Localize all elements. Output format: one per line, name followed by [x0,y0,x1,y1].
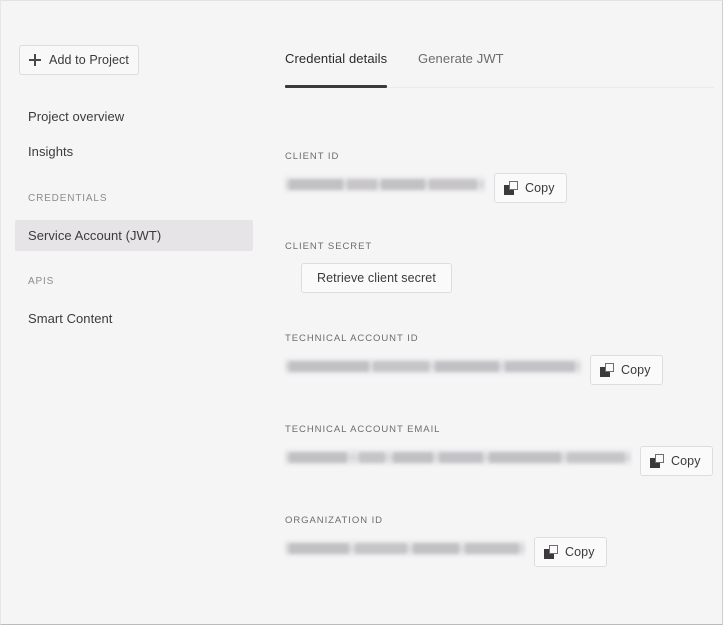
tab-label: Generate JWT [418,51,504,66]
copy-client-id-button[interactable]: Copy [494,173,567,203]
copy-technical-account-email-button[interactable]: Copy [640,446,713,476]
field-row: Copy [285,355,663,385]
tab-label: Credential details [285,51,388,66]
sidebar-item-label: Smart Content [28,311,113,326]
client-id-masked-value [285,175,485,194]
sidebar-item-smart-content[interactable]: Smart Content [15,303,253,334]
field-client-id: CLIENT ID Copy [285,151,567,203]
tab-generate-jwt[interactable]: Generate JWT [418,51,504,87]
field-label: CLIENT ID [285,151,340,162]
field-label: TECHNICAL ACCOUNT ID [285,333,419,344]
copy-button-label: Copy [621,363,651,377]
field-technical-account-id: TECHNICAL ACCOUNT ID Copy [285,333,663,385]
sidebar-item-label: Service Account (JWT) [28,228,162,243]
copy-icon [600,363,614,377]
field-label: CLIENT SECRET [285,241,373,252]
field-row: Copy [285,446,713,476]
field-client-secret: CLIENT SECRET Retrieve client secret [285,241,452,293]
copy-button-label: Copy [671,454,701,468]
sidebar-item-label: Project overview [28,109,125,124]
plus-icon [29,54,42,66]
technical-account-id-masked-value [285,357,581,376]
copy-icon [544,545,558,559]
field-row: Retrieve client secret [285,263,452,293]
field-row: Copy [285,537,607,567]
tab-credential-details[interactable]: Credential details [285,51,388,88]
copy-technical-account-id-button[interactable]: Copy [590,355,663,385]
copy-icon [650,454,664,468]
active-tab-indicator [285,85,388,88]
copy-icon [504,181,518,195]
field-label: ORGANIZATION ID [285,515,383,526]
copy-button-label: Copy [565,545,595,559]
credentials-panel: Add to Project Project overview Insights… [0,0,723,625]
field-row: Copy [285,173,567,203]
sidebar: Add to Project Project overview Insights… [1,1,269,624]
retrieve-client-secret-button[interactable]: Retrieve client secret [301,263,452,293]
sidebar-item-insights[interactable]: Insights [15,136,253,167]
sidebar-section-credentials: CREDENTIALS [28,193,108,204]
organization-id-masked-value [285,539,525,558]
add-to-project-button[interactable]: Add to Project [19,45,139,75]
technical-account-email-masked-value [285,448,631,467]
field-label: TECHNICAL ACCOUNT EMAIL [285,424,441,435]
sidebar-item-project-overview[interactable]: Project overview [15,101,253,132]
retrieve-client-secret-label: Retrieve client secret [317,271,436,285]
main-content: Credential details Generate JWT CLIENT I… [269,1,722,624]
field-organization-id: ORGANIZATION ID Copy [285,515,607,567]
tab-bar: Credential details Generate JWT [285,51,714,88]
add-to-project-label: Add to Project [49,53,129,67]
sidebar-section-apis: APIS [28,276,55,287]
sidebar-item-service-account-jwt[interactable]: Service Account (JWT) [15,220,253,251]
sidebar-item-label: Insights [28,144,74,159]
copy-organization-id-button[interactable]: Copy [534,537,607,567]
field-technical-account-email: TECHNICAL ACCOUNT EMAIL Copy [285,424,713,476]
copy-button-label: Copy [525,181,555,195]
